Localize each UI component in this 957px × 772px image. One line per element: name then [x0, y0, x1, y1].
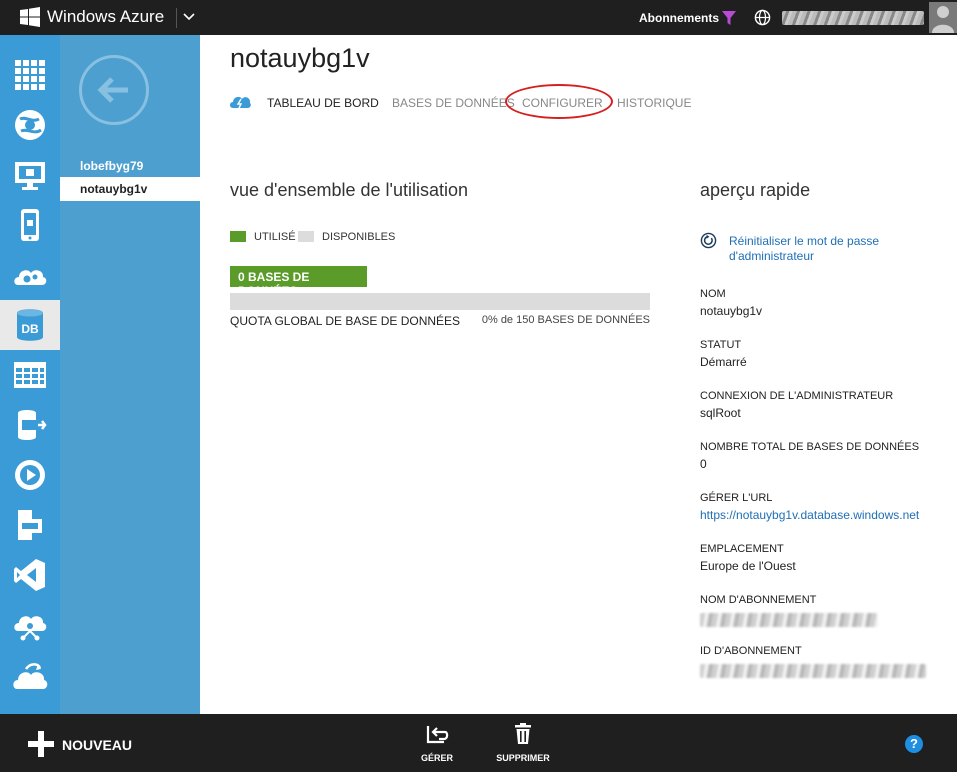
arrow-left-icon	[97, 77, 128, 103]
field-value-subscription-name-redacted	[700, 613, 878, 627]
plus-icon[interactable]	[28, 731, 54, 757]
reset-password-icon[interactable]	[700, 232, 717, 249]
database-label: DB	[21, 322, 39, 336]
cloud-gears-icon	[14, 270, 47, 285]
field-value-total-databases: 0	[700, 457, 707, 471]
quota-progress-bar	[230, 293, 650, 310]
quick-glance-heading: aperçu rapide	[700, 180, 811, 200]
tab-databases[interactable]: BASES DE DONNÉES	[392, 96, 515, 110]
globe-icon[interactable]	[754, 9, 771, 26]
field-value-location: Europe de l'Ouest	[700, 559, 796, 573]
nav-all-items[interactable]	[0, 50, 60, 100]
nav-storage[interactable]	[0, 350, 60, 400]
field-label-subscription-name: NOM D'ABONNEMENT	[700, 594, 817, 606]
delete-label: SUPPRIMER	[496, 753, 550, 763]
avatar[interactable]	[929, 2, 957, 33]
new-button[interactable]: NOUVEAU	[62, 737, 132, 753]
legend-available-swatch	[298, 231, 314, 242]
legend-used-label: UTILISÉ	[254, 231, 296, 243]
delete-button[interactable]: SUPPRIMER	[483, 722, 563, 763]
top-bar: Windows Azure Abonnements	[0, 0, 957, 35]
hdinsight-icon	[18, 410, 47, 440]
quota-label: QUOTA GLOBAL DE BASE DE DONNÉES	[230, 314, 461, 328]
field-label-subscription-id: ID D'ABONNEMENT	[700, 645, 802, 657]
media-icon	[15, 460, 45, 490]
manage-icon	[426, 726, 449, 744]
brand-title: Windows Azure	[47, 7, 165, 26]
tab-dashboard[interactable]: TABLEAU DE BORD	[267, 96, 379, 110]
field-value-subscription-id-redacted	[700, 664, 926, 678]
brand[interactable]: Windows Azure	[20, 7, 164, 27]
field-label-manage-url: GÉRER L'URL	[700, 492, 773, 504]
reset-password-link[interactable]: Réinitialiser le mot de passe d'administ…	[729, 234, 899, 264]
help-icon[interactable]: ?	[905, 735, 923, 753]
field-label-location: EMPLACEMENT	[700, 543, 784, 555]
resource-item-lobefbyg79[interactable]: lobefbyg79	[60, 154, 200, 178]
table-icon	[14, 362, 46, 388]
service-nav: DB	[0, 35, 60, 714]
trash-icon	[515, 723, 531, 744]
quota-value: 0% de 150 BASES DE DONNÉES	[481, 314, 650, 326]
manage-label: GÉRER	[420, 753, 453, 763]
windows-logo-icon	[20, 7, 40, 27]
chevron-down-icon[interactable]	[182, 10, 196, 24]
resource-nav: lobefbyg79 notauybg1v	[60, 35, 200, 714]
visual-studio-icon	[14, 559, 45, 591]
nav-cloud-services[interactable]	[0, 250, 60, 300]
user-account-redacted[interactable]	[782, 11, 924, 25]
nav-web-sites[interactable]	[0, 100, 60, 150]
tab-configure[interactable]: CONFIGURER	[522, 96, 603, 110]
user-avatar-icon	[932, 6, 954, 33]
quick-start-cloud-icon[interactable]	[229, 93, 251, 109]
nav-networks[interactable]	[0, 600, 60, 650]
grid-icon	[15, 60, 45, 90]
database-count-badge: 0 BASES DE DONNÉES	[230, 266, 367, 298]
field-label-total-databases: NOMBRE TOTAL DE BASES DE DONNÉES	[700, 441, 920, 453]
field-label-status: STATUT	[700, 339, 742, 351]
mobile-icon	[21, 209, 39, 241]
filter-icon[interactable]	[721, 10, 737, 26]
field-label-admin-login: CONNEXION DE L'ADMINISTRATEUR	[700, 390, 894, 402]
nav-service-bus[interactable]	[0, 500, 60, 550]
subscriptions-label[interactable]: Abonnements	[639, 11, 719, 25]
database-icon: DB	[17, 309, 43, 341]
manage-button[interactable]: GÉRER	[397, 722, 477, 763]
cloud-recovery-icon	[13, 663, 48, 689]
legend-available-label: DISPONIBLES	[322, 231, 396, 243]
monitor-icon	[15, 162, 45, 190]
field-value-manage-url[interactable]: https://notauybg1v.database.windows.net	[700, 508, 919, 522]
nav-recovery[interactable]	[0, 650, 60, 700]
field-value-admin-login: sqlRoot	[700, 406, 741, 420]
globe-icon	[15, 110, 45, 140]
service-bus-icon	[18, 510, 42, 540]
field-label-name: NOM	[700, 288, 726, 300]
brand-divider	[176, 8, 177, 28]
usage-heading: vue d'ensemble de l'utilisation	[230, 180, 469, 200]
resource-item-notauybg1v[interactable]: notauybg1v	[60, 177, 200, 201]
back-button[interactable]	[79, 55, 149, 125]
nav-hdinsight[interactable]	[0, 400, 60, 450]
network-cloud-icon	[14, 616, 47, 641]
command-bar: NOUVEAU GÉRER SUPPRIMER ?	[0, 714, 957, 772]
nav-mobile-services[interactable]	[0, 200, 60, 250]
page-title: notauybg1v	[230, 43, 370, 73]
field-value-status: Démarré	[700, 355, 747, 369]
nav-visual-studio-online[interactable]	[0, 550, 60, 600]
tab-history[interactable]: HISTORIQUE	[617, 96, 691, 110]
field-value-name: notauybg1v	[700, 304, 763, 318]
nav-media-services[interactable]	[0, 450, 60, 500]
legend-used-swatch	[230, 231, 246, 242]
nav-sql-databases[interactable]: DB	[0, 300, 60, 350]
nav-virtual-machines[interactable]	[0, 150, 60, 200]
